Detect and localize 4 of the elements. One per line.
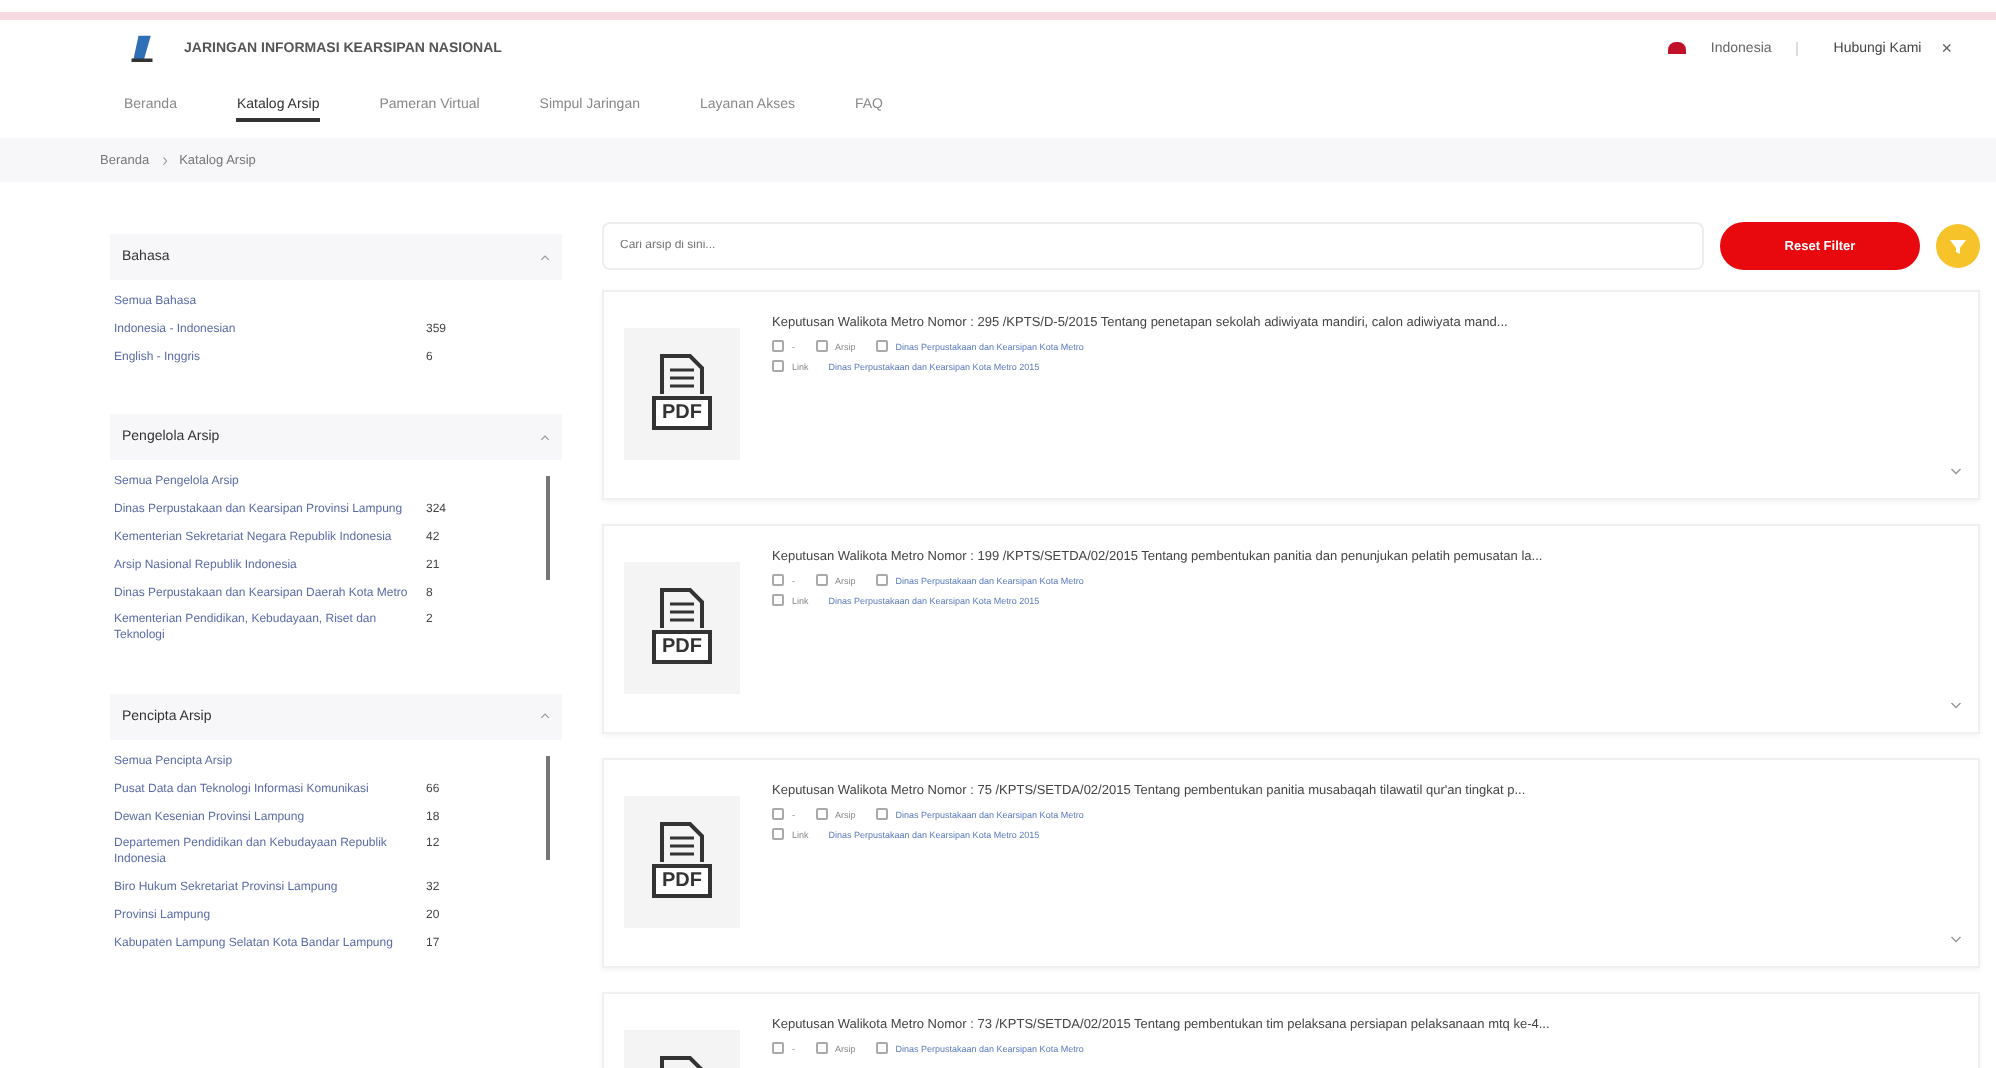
pdf-label: PDF [652, 630, 712, 664]
close-button[interactable]: × [1937, 38, 1956, 58]
pdf-label: PDF [652, 864, 712, 898]
pdf-label: PDF [652, 396, 712, 430]
